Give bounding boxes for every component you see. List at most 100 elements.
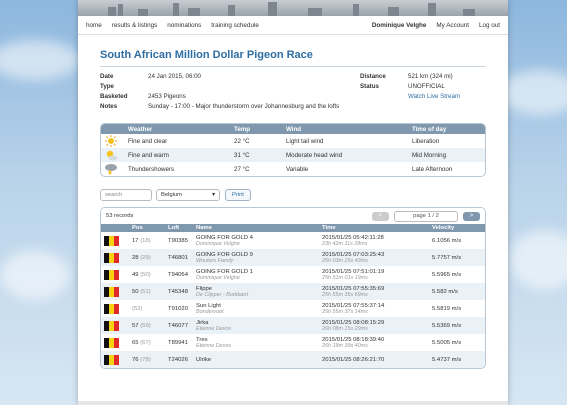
result-row[interactable]: 50 (51) T45348 Flippe De Clipper - Boddaert…	[101, 283, 485, 300]
watch-live-stream-link[interactable]: Watch Live Stream	[408, 93, 460, 100]
owner-name: De Clipper - Boddaert	[196, 291, 249, 298]
race-info: Date 24 Jan 2015, 06:00 Type Basketed 24…	[100, 73, 486, 113]
position: 17	[132, 237, 139, 244]
arrival-time: 2015/01/25 08:08:15:29	[322, 319, 385, 326]
result-row[interactable]: 57 (59) T46077 Jirka Etienne Devos 2015/01/2…	[101, 317, 485, 334]
owner-name: Dominique Velghe	[196, 240, 240, 247]
header-skyline-image	[78, 0, 508, 16]
results-toolbar: 53 records < page 1 / 2 >	[101, 208, 485, 224]
position: 57	[132, 322, 139, 329]
weather-temp: 22 °C	[234, 137, 250, 145]
next-page-button[interactable]: >	[463, 211, 480, 221]
weather-temp: 31 °C	[231, 148, 283, 162]
thunder-cloud-icon	[104, 163, 118, 176]
loft-id: T46077	[165, 317, 193, 334]
weather-condition: Fine and clear	[128, 137, 168, 145]
arrival-time: 2015/01/25 05:42:11:28	[322, 234, 384, 241]
belgium-flag-icon	[104, 286, 119, 297]
pigeon-name[interactable]: GOING FOR GOLD 4	[196, 235, 253, 241]
pigeon-name[interactable]: Ulrike	[196, 357, 211, 363]
weather-time: Mid Morning	[409, 148, 485, 162]
elapsed-time: 25h 55m 37s 14ms	[322, 308, 368, 315]
pigeon-name[interactable]: GOING FOR GOLD 9	[196, 252, 253, 258]
weather-time: Liberation	[412, 137, 440, 145]
owner-name: Bondervoet	[196, 308, 224, 315]
nav-my-account[interactable]: My Account	[436, 22, 469, 29]
weather-time: Late Afternoon	[412, 165, 453, 173]
sun-cloud-icon	[104, 149, 118, 161]
notes-value: Sunday - 17:00 - Major thunderstorm over…	[148, 103, 340, 110]
name-header: Name	[193, 224, 319, 232]
date-value: 24 Jan 2015, 06:00	[148, 73, 201, 80]
belgium-flag-icon	[104, 252, 119, 263]
time-of-day-header: Time of day	[409, 124, 485, 134]
distance-label: Distance	[360, 73, 386, 80]
owner-name: Etienne Devos	[196, 342, 232, 349]
filter-bar: search Belgium ▾ Print	[100, 189, 486, 201]
search-input[interactable]: search	[100, 189, 152, 201]
cloud	[0, 40, 80, 80]
nav-home[interactable]: home	[86, 22, 102, 29]
pigeon-name[interactable]: Flippe	[196, 286, 212, 292]
arrival-time: 2015/01/25 08:26:21:70	[322, 356, 385, 363]
results-panel: 53 records < page 1 / 2 > Pos Loft Name …	[100, 207, 486, 369]
loft-id: T90385	[168, 237, 188, 244]
pigeon-name[interactable]: GOING FOR GOLD 1	[196, 269, 253, 275]
result-row[interactable]: 76 (78) T24026 Ulrike 2015/01/25 08:26:21:7…	[101, 351, 485, 368]
rank: (52)	[132, 305, 143, 312]
result-row[interactable]: (52) T91020 Sun Light Bondervoet 2015/01/25 …	[101, 300, 485, 317]
status-value: UNOFFICIAL	[408, 83, 445, 90]
temp-header: Temp	[231, 124, 283, 134]
pigeon-name[interactable]: Sun Light	[196, 303, 221, 309]
date-label: Date	[100, 73, 114, 80]
page-title: South African Million Dollar Pigeon Race	[100, 49, 313, 61]
result-row[interactable]: 49 (50) T94064 GOING FOR GOLD 1 Dominique V…	[101, 266, 485, 283]
type-label: Type	[100, 83, 114, 90]
record-count: 53 records	[106, 213, 134, 219]
weather-condition: Thundershowers	[128, 165, 175, 173]
basketed-value: 2453 Pigeons	[148, 93, 186, 100]
velocity: 5.4737 m/s	[429, 351, 485, 368]
loft-id: T94064	[168, 271, 188, 278]
country-select[interactable]: Belgium ▾	[156, 189, 220, 201]
belgium-flag-icon	[104, 320, 119, 331]
loft-id: T46801	[165, 249, 193, 266]
owner-name: Wouters Family	[196, 257, 234, 264]
distance-value: 521 km (324 mi)	[408, 73, 453, 80]
owner-name: Dominique Velghe	[196, 274, 240, 281]
user-name[interactable]: Dominique Velghe	[372, 22, 427, 29]
nav-results[interactable]: results & listings	[112, 22, 158, 29]
position: 65	[132, 339, 139, 346]
position: 76	[132, 356, 139, 363]
result-row[interactable]: 65 (67) T89941 Tres Etienne Devos 2015/01/25…	[101, 334, 485, 351]
elapsed-time: 23h 42m 11s 28ms	[322, 240, 368, 247]
result-row[interactable]: 17 (18) T90385 GOING FOR GOLD 4 Dominique V…	[101, 232, 485, 249]
position: 50	[132, 288, 139, 295]
result-row[interactable]: 28 (29) T46801 GOING FOR GOLD 9 Wouters Fam…	[101, 249, 485, 266]
loft-id: T45348	[165, 283, 193, 300]
belgium-flag-icon	[104, 303, 119, 314]
print-button[interactable]: Print	[225, 189, 251, 201]
nav-nominations[interactable]: nominations	[167, 22, 201, 29]
rank: (18)	[140, 237, 151, 244]
title-divider	[100, 66, 486, 67]
cloud	[500, 70, 567, 115]
loft-id: T91020	[168, 305, 188, 312]
belgium-flag-icon	[104, 269, 119, 280]
pigeon-name[interactable]: Jirka	[196, 320, 208, 326]
rank: (51)	[140, 288, 151, 295]
arrival-time: 2015/01/25 07:55:37:14	[322, 302, 385, 309]
nav-training-schedule[interactable]: training schedule	[211, 22, 259, 29]
rank: (29)	[140, 254, 151, 261]
pigeon-name[interactable]: Tres	[196, 337, 208, 343]
page-indicator: page 1 / 2	[394, 210, 458, 222]
arrival-time: 2015/01/25 07:51:01:19	[322, 268, 385, 275]
weather-wind: Light tail wind	[286, 137, 324, 145]
velocity-header: Velocity	[429, 224, 485, 232]
weather-panel: Weather Temp Wind Time of day Fine and c…	[100, 123, 486, 177]
rank: (50)	[140, 271, 151, 278]
prev-page-button[interactable]: <	[372, 211, 389, 221]
elapsed-time: 26h 08m 15s 29ms	[322, 325, 368, 332]
nav-log-out[interactable]: Log out	[479, 22, 500, 29]
velocity: 5.5005 m/s	[432, 339, 462, 346]
